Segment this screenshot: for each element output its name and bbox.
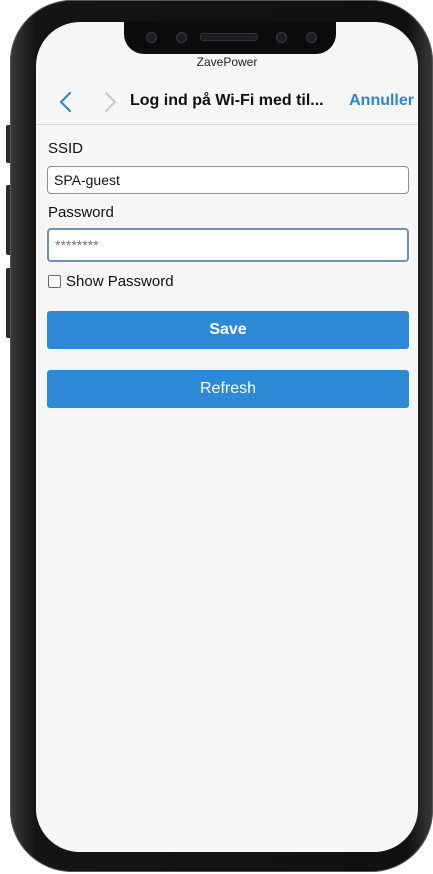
camera-dot [176, 32, 187, 43]
chevron-left-icon [59, 91, 72, 113]
page: ZavePower Log ind på Wi-Fi med til... An… [0, 0, 433, 874]
chevron-right-icon [105, 92, 116, 112]
show-password-label: Show Password [66, 272, 174, 290]
wifi-login-form: SSID Password Show Password Save Refresh [36, 125, 418, 852]
proximity-dot [276, 32, 287, 43]
phone-notch [124, 22, 336, 54]
show-password-checkbox[interactable] [48, 274, 61, 288]
phone-screen: ZavePower Log ind på Wi-Fi med til... An… [36, 22, 418, 852]
save-button[interactable]: Save [47, 311, 409, 349]
navigation-bar: Log ind på Wi-Fi med til... Annuller [36, 80, 418, 125]
phone-frame: ZavePower Log ind på Wi-Fi med til... An… [10, 0, 433, 872]
password-input[interactable] [47, 228, 409, 262]
ssid-input[interactable] [47, 166, 409, 194]
ssid-label: SSID [48, 140, 84, 157]
back-button[interactable] [56, 90, 76, 114]
front-camera-dot [306, 32, 317, 43]
page-title: Log ind på Wi-Fi med til... [130, 92, 324, 109]
app-title: ZavePower [196, 55, 258, 69]
show-password-toggle[interactable]: Show Password [48, 271, 174, 291]
refresh-button[interactable]: Refresh [47, 370, 409, 408]
password-label: Password [48, 204, 114, 221]
forward-button[interactable] [100, 90, 120, 114]
sensor-dot [146, 32, 157, 43]
speaker-grille [200, 33, 258, 41]
cancel-button[interactable]: Annuller [349, 92, 414, 110]
